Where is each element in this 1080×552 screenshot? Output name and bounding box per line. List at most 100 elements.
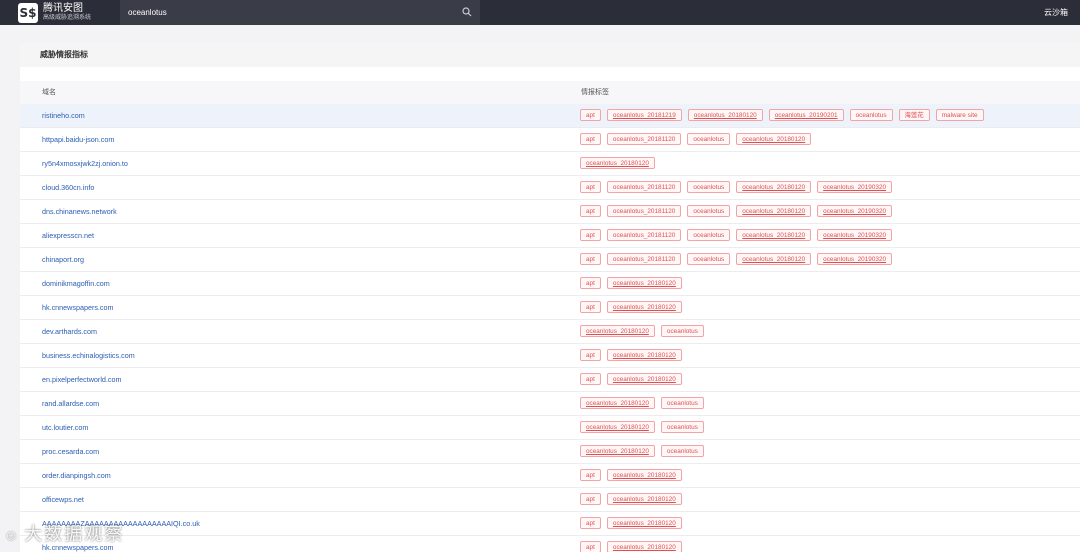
intel-tag[interactable]: apt (580, 469, 601, 481)
user-menu[interactable]: 云沙箱 (1044, 7, 1068, 18)
intel-tag[interactable]: apt (580, 205, 601, 217)
intel-tag[interactable]: oceanlotus_20180120 (606, 373, 682, 385)
intel-tag[interactable]: oceanlotus_20180120 (580, 421, 655, 433)
intel-tag[interactable]: oceanlotus (687, 229, 731, 241)
domain-link[interactable]: ristineho.com (42, 104, 85, 127)
table-row[interactable]: proc.cesarda.com oceanlotus_20180120 ocean… (20, 440, 1080, 464)
intel-tag[interactable]: oceanlotus_20181120 (606, 181, 682, 193)
intel-tag[interactable]: oceanlotus_20190320 (817, 181, 893, 193)
intel-tag[interactable]: oceanlotus (660, 325, 704, 337)
intel-tag[interactable]: oceanlotus_20190320 (817, 205, 893, 217)
table-row[interactable]: httpapi.baidu-json.com apt oceanlotus_2018… (20, 128, 1080, 152)
table-row[interactable]: rand.allardse.com oceanlotus_20180120 ocea… (20, 392, 1080, 416)
intel-tag[interactable]: apt (580, 109, 601, 121)
intel-tag[interactable]: oceanlotus_20181219 (606, 109, 682, 121)
intel-tag[interactable]: oceanlotus_20180120 (606, 349, 682, 361)
domain-link[interactable]: dns.chinanews.network (42, 200, 117, 223)
intel-tag[interactable]: apt (580, 373, 601, 385)
intel-tag[interactable]: oceanlotus_20181120 (606, 229, 682, 241)
intel-tag[interactable]: oceanlotus_20180120 (736, 181, 812, 193)
table-row[interactable]: order.dianpingsh.com apt oceanlotus_201801… (20, 464, 1080, 488)
table-row[interactable]: AAAAAAAAZAAAAAAAAAAAAAAAAAAIQI.co.uk apt o… (20, 512, 1080, 536)
intel-tag[interactable]: apt (580, 541, 601, 552)
search-box[interactable] (120, 0, 480, 25)
intel-tag[interactable]: oceanlotus_20190201 (768, 109, 844, 121)
domain-link[interactable]: utc.loutier.com (42, 416, 88, 439)
intel-tag[interactable]: oceanlotus (660, 397, 704, 409)
intel-tag[interactable]: oceanlotus (687, 133, 731, 145)
top-bar: S$ 腾讯安图 高级威胁追溯系统 云沙箱 (0, 0, 1080, 25)
intel-tag[interactable]: oceanlotus_20180120 (580, 157, 655, 169)
intel-tag[interactable]: oceanlotus_20190320 (817, 229, 893, 241)
intel-tag[interactable]: apt (580, 349, 601, 361)
intel-tag[interactable]: oceanlotus_20180120 (606, 517, 682, 529)
intel-tag[interactable]: apt (580, 253, 601, 265)
intel-tag[interactable]: oceanlotus_20180120 (606, 493, 682, 505)
table-row[interactable]: en.pixelperfectworld.com apt oceanlotus_20… (20, 368, 1080, 392)
tag-list: oceanlotus_20180120 (580, 157, 661, 171)
intel-tag[interactable]: apt (580, 229, 601, 241)
table-row[interactable]: hk.cnnewspapers.com apt oceanlotus_2018012… (20, 536, 1080, 552)
domain-link[interactable]: dev.arthards.com (42, 320, 97, 343)
intel-tag[interactable]: oceanlotus_20180120 (736, 133, 812, 145)
table-row[interactable]: ry5n4xmosxjwk2zj.onion.to oceanlotus_2018… (20, 152, 1080, 176)
domain-link[interactable]: hk.cnnewspapers.com (42, 296, 114, 319)
domain-link[interactable]: ry5n4xmosxjwk2zj.onion.to (42, 152, 128, 175)
intel-tag[interactable]: oceanlotus_20180120 (580, 325, 655, 337)
tag-list: apt oceanlotus_20181120 oceanlotus oceanlot… (580, 181, 898, 195)
intel-tag[interactable]: oceanlotus (687, 181, 731, 193)
table-row[interactable]: aliexpresscn.net apt oceanlotus_20181120 oc… (20, 224, 1080, 248)
intel-tag[interactable]: oceanlotus_20181120 (606, 205, 682, 217)
table-row[interactable]: dev.arthards.com oceanlotus_20180120 ocean… (20, 320, 1080, 344)
domain-link[interactable]: rand.allardse.com (42, 392, 99, 415)
intel-tag[interactable]: oceanlotus_20180120 (606, 469, 682, 481)
intel-tag[interactable]: apt (580, 133, 601, 145)
table-row[interactable]: cloud.360cn.info apt oceanlotus_20181120 oc… (20, 176, 1080, 200)
intel-tag[interactable]: oceanlotus (660, 421, 704, 433)
table-row[interactable]: ristineho.com apt oceanlotus_20181219 ocean… (20, 104, 1080, 128)
intel-tag[interactable]: oceanlotus (687, 205, 731, 217)
intel-tag[interactable]: oceanlotus_20180120 (606, 301, 682, 313)
intel-tag[interactable]: apt (580, 277, 601, 289)
intel-tag[interactable]: apt (580, 493, 601, 505)
domain-link[interactable]: dominikmagoffin.com (42, 272, 110, 295)
intel-tag[interactable]: oceanlotus_20180120 (606, 277, 682, 289)
domain-link[interactable]: en.pixelperfectworld.com (42, 368, 122, 391)
intel-tag[interactable]: oceanlotus_20180120 (580, 397, 655, 409)
intel-tag[interactable]: 海莲花 (898, 109, 930, 121)
intel-tag[interactable]: oceanlotus_20180120 (580, 445, 655, 457)
intel-tag[interactable]: apt (580, 181, 601, 193)
intel-tag[interactable]: oceanlotus_20180120 (736, 229, 812, 241)
intel-tag[interactable]: oceanlotus_20180120 (736, 205, 812, 217)
search-icon[interactable] (462, 7, 472, 17)
intel-tag[interactable]: oceanlotus (660, 445, 704, 457)
intel-tag[interactable]: apt (580, 301, 601, 313)
domain-link[interactable]: cloud.360cn.info (42, 176, 94, 199)
table-row[interactable]: business.echinalogistics.com apt oceanlotu… (20, 344, 1080, 368)
domain-link[interactable]: business.echinalogistics.com (42, 344, 135, 367)
domain-link[interactable]: officewps.net (42, 488, 84, 511)
domain-link[interactable]: httpapi.baidu-json.com (42, 128, 114, 151)
intel-tag[interactable]: oceanlotus_20180120 (606, 541, 682, 552)
domain-link[interactable]: aliexpresscn.net (42, 224, 94, 247)
intel-tag[interactable]: oceanlotus_20190320 (817, 253, 893, 265)
intel-tag[interactable]: oceanlotus_20180120 (687, 109, 763, 121)
domain-link[interactable]: proc.cesarda.com (42, 440, 99, 463)
search-input[interactable] (128, 8, 448, 17)
domain-link[interactable]: order.dianpingsh.com (42, 464, 111, 487)
intel-tag[interactable]: malware site (935, 109, 984, 121)
table-row[interactable]: officewps.net apt oceanlotus_20180120 (20, 488, 1080, 512)
table-row[interactable]: utc.loutier.com oceanlotus_20180120 oceanl… (20, 416, 1080, 440)
table-row[interactable]: dns.chinanews.network apt oceanlotus_20181… (20, 200, 1080, 224)
intel-tag[interactable]: oceanlotus_20180120 (736, 253, 812, 265)
intel-tag[interactable]: oceanlotus_20181120 (606, 133, 682, 145)
brand[interactable]: S$ 腾讯安图 高级威胁追溯系统 (0, 0, 120, 25)
table-row[interactable]: chinaport.org apt oceanlotus_20181120 ocean… (20, 248, 1080, 272)
table-row[interactable]: dominikmagoffin.com apt oceanlotus_2018012… (20, 272, 1080, 296)
intel-tag[interactable]: oceanlotus_20181120 (606, 253, 682, 265)
intel-tag[interactable]: oceanlotus (849, 109, 893, 121)
domain-link[interactable]: chinaport.org (42, 248, 84, 271)
table-row[interactable]: hk.cnnewspapers.com apt oceanlotus_2018012… (20, 296, 1080, 320)
intel-tag[interactable]: oceanlotus (687, 253, 731, 265)
intel-tag[interactable]: apt (580, 517, 601, 529)
